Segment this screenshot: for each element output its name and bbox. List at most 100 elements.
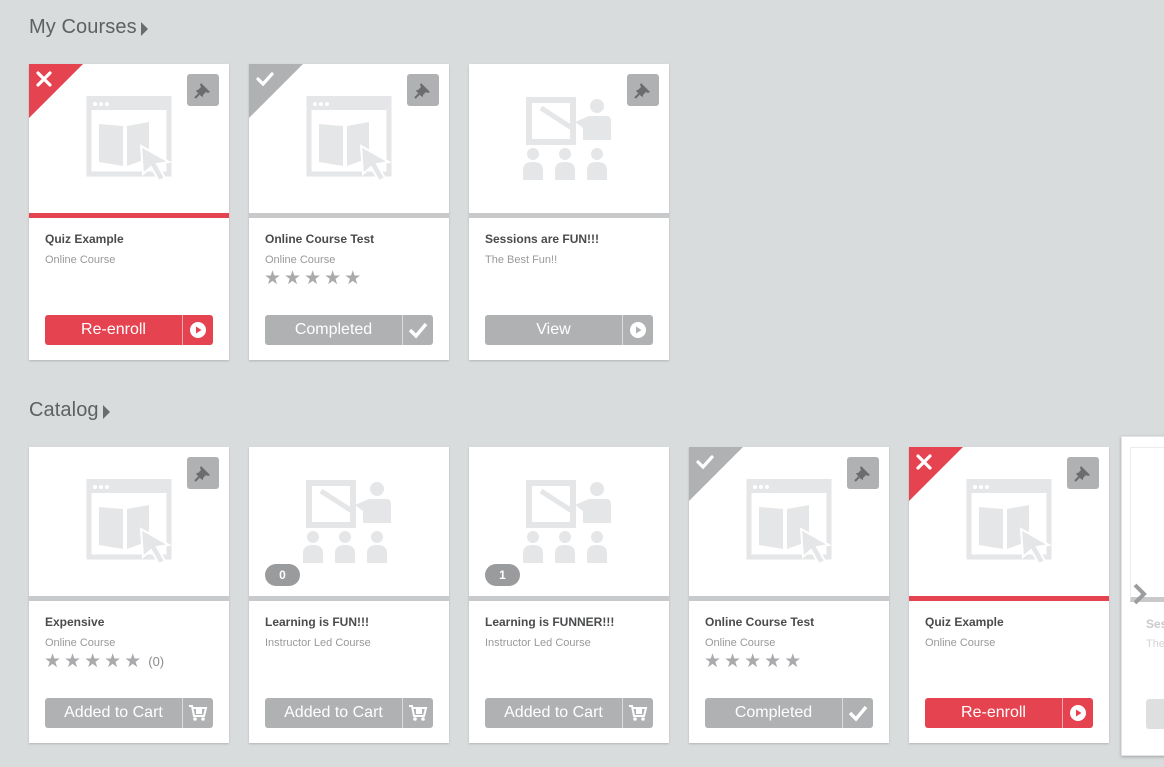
star-icon[interactable]: ★ <box>264 269 281 289</box>
course-card-quiz-example[interactable]: Quiz Example Online Course Re-enroll <box>29 64 229 360</box>
completed-ribbon <box>249 64 303 118</box>
pin-icon <box>854 466 870 482</box>
completed-button[interactable]: Completed <box>265 315 433 345</box>
star-icon[interactable]: ★ <box>704 652 721 672</box>
button-label: Completed <box>294 321 373 338</box>
button-label: Added to Cart <box>504 704 603 721</box>
check-icon <box>842 698 873 728</box>
completed-button[interactable]: Completed <box>705 698 873 728</box>
catalog-heading[interactable]: Catalog <box>29 399 110 422</box>
check-icon <box>696 455 714 470</box>
pin-icon <box>194 83 210 99</box>
play-icon <box>622 315 653 345</box>
online-course-icon <box>966 479 1052 566</box>
re-enroll-button[interactable]: Re-enroll <box>45 315 213 345</box>
star-icon[interactable]: ★ <box>344 269 361 289</box>
star-rating[interactable]: ★ ★ ★ ★ ★ <box>704 652 801 672</box>
star-rating[interactable]: ★ ★ ★ ★ ★ (0) <box>44 652 164 672</box>
pin-button[interactable] <box>627 74 659 106</box>
course-thumbnail: 1 <box>469 447 669 601</box>
star-icon[interactable]: ★ <box>104 652 121 672</box>
pin-icon <box>634 83 650 99</box>
star-icon[interactable]: ★ <box>84 652 101 672</box>
pin-icon <box>194 466 210 482</box>
button-label: Re-enroll <box>961 704 1026 721</box>
carousel-next-button[interactable] <box>1128 582 1152 606</box>
catalog-card-learning-is-fun[interactable]: 0 Learning is FUN!!! Instructor Led Cour… <box>249 447 449 743</box>
course-thumbnail: 0 <box>249 447 449 601</box>
course-card-online-course-test[interactable]: Online Course Test Online Course ★ ★ ★ ★ ★ C… <box>249 64 449 360</box>
session-count-badge: 0 <box>265 564 300 586</box>
course-subtitle: Online Course <box>265 254 336 266</box>
catalog-card-expensive[interactable]: Expensive Online Course ★ ★ ★ ★ ★ (0) Added … <box>29 447 229 743</box>
course-title: Expensive <box>45 615 105 629</box>
added-to-cart-button[interactable]: Added to Cart <box>45 698 213 728</box>
course-title: Quiz Example <box>925 615 1004 629</box>
failed-ribbon <box>909 447 963 501</box>
play-icon <box>1062 698 1093 728</box>
course-subtitle: The <box>1146 638 1164 650</box>
star-icon[interactable]: ★ <box>764 652 781 672</box>
star-icon[interactable]: ★ <box>744 652 761 672</box>
course-subtitle: Instructor Led Course <box>265 637 371 649</box>
pin-button[interactable] <box>1067 457 1099 489</box>
button-label: Re-enroll <box>81 321 146 338</box>
button-label: View <box>536 321 571 338</box>
course-title: Ses <box>1146 617 1164 631</box>
check-icon <box>402 315 433 345</box>
star-icon[interactable]: ★ <box>304 269 321 289</box>
online-course-icon <box>86 96 172 183</box>
cart-icon <box>182 698 213 728</box>
pin-button[interactable] <box>407 74 439 106</box>
chevron-right-icon <box>1133 583 1147 605</box>
star-icon[interactable]: ★ <box>784 652 801 672</box>
course-subtitle: Online Course <box>705 637 776 649</box>
failed-ribbon <box>29 64 83 118</box>
pin-icon <box>1074 466 1090 482</box>
button-label: Added to Cart <box>284 704 383 721</box>
star-icon[interactable]: ★ <box>124 652 141 672</box>
star-icon[interactable]: ★ <box>64 652 81 672</box>
button-label: Completed <box>734 704 813 721</box>
online-course-icon <box>86 479 172 566</box>
button-label: Added to Cart <box>64 704 163 721</box>
course-title: Learning is FUN!!! <box>265 615 369 629</box>
view-button[interactable]: View <box>485 315 653 345</box>
star-icon[interactable]: ★ <box>44 652 61 672</box>
added-to-cart-button[interactable]: Added to Cart <box>265 698 433 728</box>
re-enroll-button[interactable]: Re-enroll <box>925 698 1093 728</box>
course-card-sessions-are-fun[interactable]: Sessions are FUN!!! The Best Fun!! View <box>469 64 669 360</box>
added-to-cart-button[interactable]: Added to Cart <box>485 698 653 728</box>
play-icon <box>182 315 213 345</box>
pin-button[interactable] <box>187 457 219 489</box>
course-title: Learning is FUNNER!!! <box>485 615 615 629</box>
instructor-led-icon <box>523 97 611 180</box>
completed-ribbon <box>689 447 743 501</box>
x-icon <box>36 71 52 87</box>
my-courses-heading[interactable]: My Courses <box>29 16 148 39</box>
x-icon <box>916 454 932 470</box>
star-rating[interactable]: ★ ★ ★ ★ ★ <box>264 269 361 289</box>
caret-right-icon <box>102 404 110 419</box>
instructor-led-icon <box>303 480 391 563</box>
course-title: Quiz Example <box>45 232 124 246</box>
star-icon[interactable]: ★ <box>284 269 301 289</box>
catalog-card-learning-is-funner[interactable]: 1 Learning is FUNNER!!! Instructor Led C… <box>469 447 669 743</box>
course-subtitle: Online Course <box>925 637 996 649</box>
pin-button[interactable] <box>847 457 879 489</box>
catalog-card-quiz-example[interactable]: Quiz Example Online Course Re-enroll <box>909 447 1109 743</box>
check-icon <box>256 72 274 87</box>
catalog-card-online-course-test[interactable]: Online Course Test Online Course ★ ★ ★ ★ ★ C… <box>689 447 889 743</box>
course-title: Sessions are FUN!!! <box>485 232 600 246</box>
course-thumbnail <box>1130 447 1164 602</box>
online-course-icon <box>306 96 392 183</box>
course-title: Online Course Test <box>265 232 375 246</box>
star-icon[interactable]: ★ <box>324 269 341 289</box>
star-icon[interactable]: ★ <box>724 652 741 672</box>
course-subtitle: Online Course <box>45 254 116 266</box>
caret-right-icon <box>140 21 148 36</box>
course-subtitle: Online Course <box>45 637 116 649</box>
course-subtitle: The Best Fun!! <box>485 254 558 266</box>
card-button[interactable] <box>1146 699 1164 729</box>
pin-button[interactable] <box>187 74 219 106</box>
